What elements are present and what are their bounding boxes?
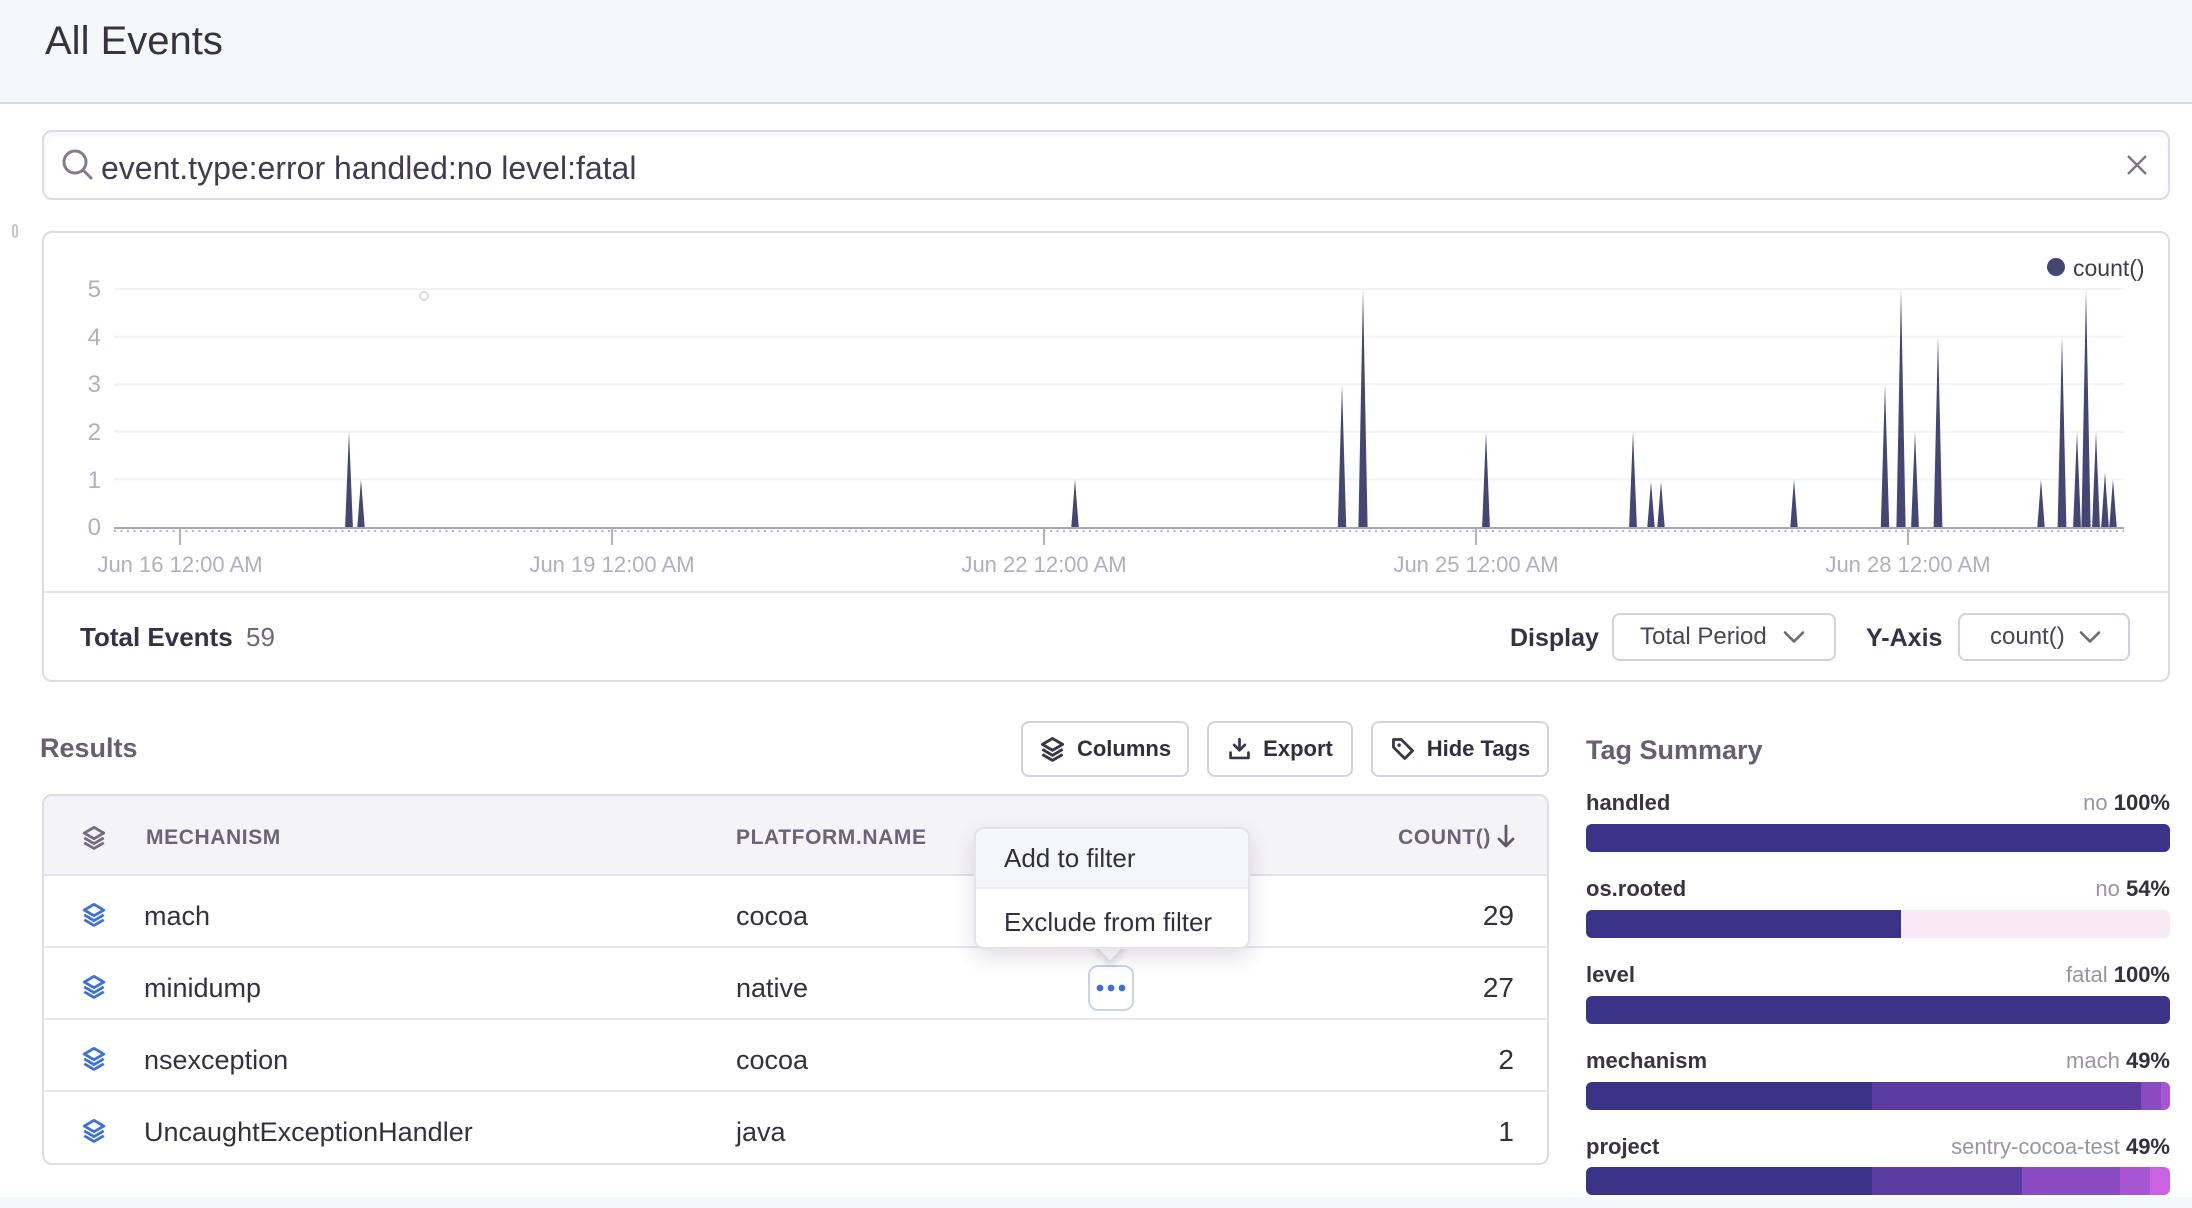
svg-text:Jun 22 12:00 AM: Jun 22 12:00 AM <box>961 552 1126 577</box>
svg-text:Jun 16 12:00 AM: Jun 16 12:00 AM <box>97 552 262 577</box>
svg-text:2: 2 <box>88 419 101 446</box>
svg-text:count(): count() <box>2073 255 2145 281</box>
svg-text:Jun 25 12:00 AM: Jun 25 12:00 AM <box>1393 552 1558 577</box>
svg-text:5: 5 <box>88 276 101 303</box>
svg-text:Jun 28 12:00 AM: Jun 28 12:00 AM <box>1825 552 1990 577</box>
svg-text:0: 0 <box>88 514 101 541</box>
svg-text:Jun 19 12:00 AM: Jun 19 12:00 AM <box>529 552 694 577</box>
svg-text:3: 3 <box>88 371 101 398</box>
svg-text:1: 1 <box>88 467 101 494</box>
svg-text:4: 4 <box>88 324 101 351</box>
